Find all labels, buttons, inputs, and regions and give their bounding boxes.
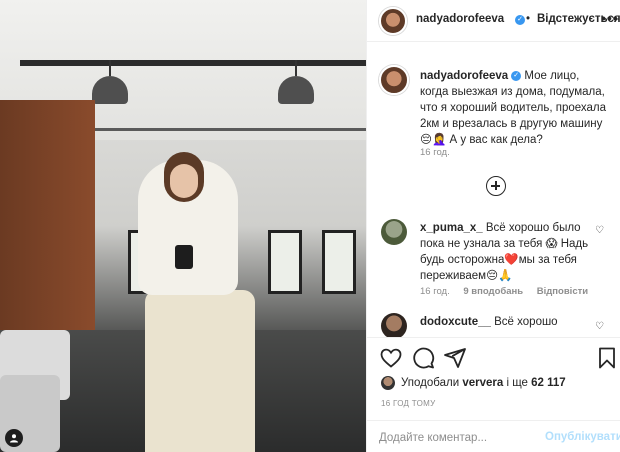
comment-username[interactable]: x_puma_x_ xyxy=(420,222,483,234)
post-header: nadyadorofeeva ✓ • Відстежується ••• xyxy=(367,0,620,42)
author-avatar[interactable] xyxy=(379,7,407,35)
post-sidebar: nadyadorofeeva ✓ • Відстежується ••• nad… xyxy=(366,0,620,452)
photo-beam xyxy=(20,60,366,66)
photo-window xyxy=(322,230,356,294)
comment-text: Всё хорошо xyxy=(494,316,558,328)
caption-username[interactable]: nadyadorofeeva xyxy=(420,70,508,82)
comment-meta: 16 год. 9 вподобань Відповісти xyxy=(420,286,599,297)
verified-icon: ✓ xyxy=(511,70,522,81)
comment-item: dodoxcute__ Всё хорошо xyxy=(420,316,558,328)
liker-avatar[interactable] xyxy=(381,376,395,390)
comment-avatar[interactable] xyxy=(381,313,407,337)
comment-like-heart-icon[interactable]: ♡ xyxy=(595,321,604,332)
add-comment-bar: Опублікувати xyxy=(367,420,620,452)
comment-icon[interactable] xyxy=(411,346,435,370)
post-timestamp[interactable]: 16 год тому xyxy=(381,399,436,408)
comment-time[interactable]: 16 год. xyxy=(420,286,450,297)
author-username[interactable]: nadyadorofeeva xyxy=(416,13,504,25)
photo-lamp-right xyxy=(278,60,314,104)
likes-prefix: Уподобали xyxy=(401,377,460,389)
comment-item: x_puma_x_ Всё хорошо было пока не узнала… xyxy=(420,220,600,284)
more-options-icon[interactable]: ••• xyxy=(601,10,619,26)
post-photo[interactable] xyxy=(0,0,366,452)
photo-person-bag xyxy=(175,245,193,269)
photo-lamp-left xyxy=(92,60,128,104)
comment-username[interactable]: dodoxcute__ xyxy=(420,316,491,328)
caption-time[interactable]: 16 год. xyxy=(420,147,450,158)
photo-wall xyxy=(0,100,95,360)
likes-count[interactable]: 62 117 xyxy=(531,377,566,389)
verified-icon: ✓ xyxy=(515,15,525,25)
add-comment-input[interactable] xyxy=(379,429,539,447)
user-tag-icon[interactable] xyxy=(5,429,23,447)
photo-window xyxy=(268,230,302,294)
load-more-comments-icon[interactable] xyxy=(486,176,506,196)
comment-like-heart-icon[interactable]: ♡ xyxy=(595,225,604,236)
heart-icon[interactable] xyxy=(379,346,403,370)
caption: nadyadorofeeva ✓ Мое лицо, когда выезжая … xyxy=(420,68,610,148)
likes-summary: Уподобали ververa і ще 62 117 xyxy=(381,376,566,390)
header-separator: • xyxy=(526,13,531,25)
comment-likes[interactable]: 9 вподобань xyxy=(463,286,523,297)
bookmark-icon[interactable] xyxy=(595,346,619,370)
comments-scroll-area[interactable]: nadyadorofeeva ✓ Мое лицо, когда выезжая … xyxy=(367,43,620,337)
post-actions xyxy=(367,337,620,377)
caption-avatar[interactable] xyxy=(379,65,409,95)
comment-reply-button[interactable]: Відповісти xyxy=(537,286,588,297)
comment-avatar[interactable] xyxy=(381,219,407,245)
share-icon[interactable] xyxy=(443,346,467,370)
publish-comment-button[interactable]: Опублікувати xyxy=(545,431,620,443)
photo-person-pants xyxy=(145,290,255,452)
liker-username[interactable]: ververa xyxy=(462,377,503,389)
photo-person-face xyxy=(170,164,198,198)
photo-beam-secondary xyxy=(50,128,366,131)
likes-middle: і ще xyxy=(506,377,528,389)
